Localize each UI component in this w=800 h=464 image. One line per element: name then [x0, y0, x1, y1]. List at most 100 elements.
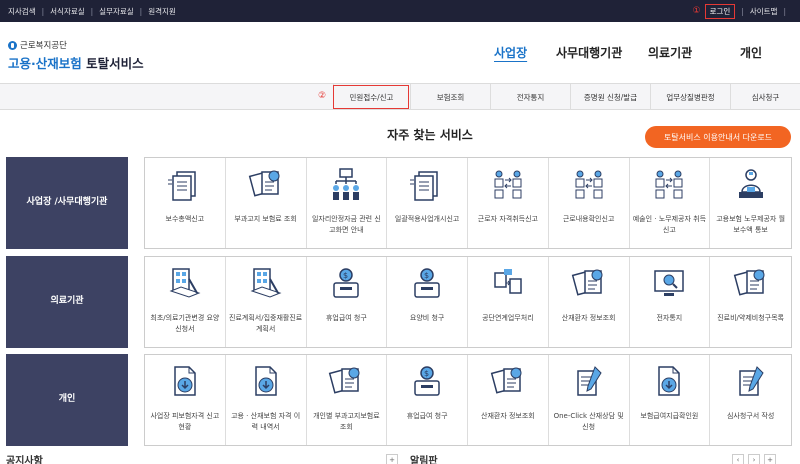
service-label: 일괄적용사업개시신고: [394, 215, 460, 223]
divider: |: [783, 6, 786, 16]
service-row-medical: 의료기관 최초/의료기관변경 요양신청서 진료계획서/집중재활진료계획서 $ 휴업급여…: [6, 256, 792, 348]
subnav-occupational-disease[interactable]: 업무상질병판정: [650, 84, 730, 110]
people-exchange-icon: [651, 166, 687, 206]
service-card[interactable]: 산재환자 정보조회: [468, 355, 549, 445]
main-nav: 사업장 사무대행기관 의료기관 개인: [0, 44, 800, 64]
service-card[interactable]: $ 휴업급여 청구: [387, 355, 468, 445]
subnav-certificate[interactable]: 증명원 신청/발급: [570, 84, 650, 110]
service-card[interactable]: 산재환자 정보조회: [549, 257, 630, 347]
file-download-icon: [167, 363, 203, 403]
service-card[interactable]: 예술인 · 노무제공자 취득신고: [630, 158, 711, 248]
service-label: 근로내용확인신고: [562, 215, 615, 223]
chevron-right-icon[interactable]: ›: [748, 454, 760, 464]
login-link[interactable]: 로그인: [704, 3, 736, 19]
subnav-insurance-lookup[interactable]: 보험조회: [410, 84, 490, 110]
subnav-review-request[interactable]: 심사청구: [730, 84, 800, 110]
monitor-search-icon: [651, 265, 687, 305]
service-card[interactable]: 심사청구서 작성: [710, 355, 791, 445]
service-label: 보수총액신고: [165, 215, 205, 223]
service-card[interactable]: 전자통지: [630, 257, 711, 347]
service-label: 고용보험 노무제공자 월보수액 통보: [716, 215, 786, 234]
plus-icon[interactable]: +: [764, 454, 776, 464]
people-exchange-icon: [490, 166, 526, 206]
service-grid: 보수총액신고 부과고지 보험료 조회 일자리안정자금 관련 신고화면 안내 일괄적용사…: [144, 157, 792, 249]
remote-support-link[interactable]: 원격지원: [148, 6, 176, 17]
nav-agency[interactable]: 사무대행기관: [556, 44, 622, 61]
subnav-e-notice[interactable]: 전자통지: [490, 84, 570, 110]
service-card[interactable]: 보험급여지급확인원: [630, 355, 711, 445]
service-label: 요양비 청구: [409, 314, 445, 322]
service-card[interactable]: 보수총액신고: [145, 158, 226, 248]
service-label: One-Click 산재상담 및 신청: [553, 412, 624, 431]
account-links: ① 로그인 | 사이트맵 |: [693, 0, 792, 22]
service-card[interactable]: 고용 · 산재보험 자격 이력 내역서: [226, 355, 307, 445]
people-exchange-icon: [571, 166, 607, 206]
service-card[interactable]: 부과고지 보험료 조회: [226, 158, 307, 248]
service-label: 최초/의료기관변경 요양신청서: [150, 314, 220, 333]
service-card[interactable]: 개인별 부과고지보험료 조회: [307, 355, 388, 445]
sitemap-link[interactable]: 사이트맵: [750, 6, 778, 17]
service-label: 공단연계업무처리: [482, 314, 534, 322]
file-download-icon: [248, 363, 284, 403]
org-chart-icon: [328, 166, 364, 206]
subnav-label: 전자통지: [516, 92, 545, 102]
document-search-icon: [490, 363, 526, 403]
service-label: 진료계획서/집중재활진료계획서: [229, 314, 303, 333]
service-card[interactable]: 일괄적용사업개시신고: [387, 158, 468, 248]
building-pen-icon: [248, 265, 284, 305]
service-card[interactable]: 공단연계업무처리: [468, 257, 549, 347]
document-pen-icon: [733, 363, 769, 403]
chevron-left-icon[interactable]: ‹: [732, 454, 744, 464]
service-label: 휴업급여 청구: [406, 412, 448, 420]
service-card[interactable]: 최초/의료기관변경 요양신청서: [145, 257, 226, 347]
service-card[interactable]: 진료비/약제비청구목록: [710, 257, 791, 347]
money-box-icon: $: [409, 265, 445, 305]
step-marker-2: ②: [318, 91, 327, 101]
divider: |: [741, 6, 744, 16]
service-label: 심사청구서 작성: [726, 412, 775, 420]
service-label: 진료비/약제비청구목록: [717, 314, 784, 322]
svg-text:$: $: [343, 271, 348, 280]
service-label: 전자통지: [656, 314, 683, 322]
plus-icon[interactable]: +: [386, 454, 398, 464]
service-row-individual: 개인 사업장 피보험자격 신고현황 고용 · 산재보험 자격 이력 내역서 개인별 …: [6, 354, 792, 446]
divider: |: [90, 6, 94, 16]
service-label: 개인별 부과고지보험료 조회: [313, 412, 380, 431]
branch-search-link[interactable]: 지사검색: [8, 6, 36, 17]
forms-library-link[interactable]: 서식자료실: [50, 6, 85, 17]
nav-medical[interactable]: 의료기관: [648, 44, 692, 61]
practical-library-link[interactable]: 실무자료실: [99, 6, 134, 17]
service-label: 고용 · 산재보험 자격 이력 내역서: [231, 412, 301, 431]
service-label: 부과고지 보험료 조회: [234, 215, 297, 223]
building-pen-icon: [167, 265, 203, 305]
service-label: 근로자 자격취득신고: [477, 215, 538, 223]
category-label: 의료기관: [6, 256, 128, 348]
document-list-icon: [167, 166, 203, 206]
service-grid: 사업장 피보험자격 신고현황 고용 · 산재보험 자격 이력 내역서 개인별 부과고…: [144, 354, 792, 446]
service-card[interactable]: 고용보험 노무제공자 월보수액 통보: [710, 158, 791, 248]
service-label: 예술인 · 노무제공자 취득신고: [632, 215, 707, 234]
service-card[interactable]: $ 요양비 청구: [387, 257, 468, 347]
utility-links: 지사검색 | 서식자료실 | 실무자료실 | 원격지원: [8, 0, 176, 22]
category-label: 사업장 / 사무대행기관: [6, 157, 128, 249]
service-label: 보험급여지급확인원: [640, 412, 699, 420]
worker-laptop-icon: [733, 166, 769, 206]
service-card[interactable]: 일자리안정자금 관련 신고화면 안내: [307, 158, 388, 248]
service-card[interactable]: $ 휴업급여 청구: [307, 257, 388, 347]
guide-download-button[interactable]: 토탈서비스 이용안내서 다운로드: [645, 126, 791, 148]
service-card[interactable]: One-Click 산재상담 및 신청: [549, 355, 630, 445]
service-card[interactable]: 근로자 자격취득신고: [468, 158, 549, 248]
money-box-icon: $: [328, 265, 364, 305]
nav-individual[interactable]: 개인: [740, 44, 762, 61]
svg-text:$: $: [424, 369, 429, 378]
board-title: 알림판: [410, 456, 438, 464]
subnav-label: 보험조회: [436, 92, 465, 102]
service-card[interactable]: 진료계획서/집중재활진료계획서: [226, 257, 307, 347]
file-download-icon: [651, 363, 687, 403]
service-card[interactable]: 사업장 피보험자격 신고현황: [145, 355, 226, 445]
notice-title: 공지사항: [6, 456, 43, 464]
nav-workplace[interactable]: 사업장: [494, 44, 527, 61]
service-card[interactable]: 근로내용확인신고: [549, 158, 630, 248]
site-header: 근로복지공단 고용·산재보험 토탈서비스 사업장 사무대행기관 의료기관 개인: [0, 22, 800, 84]
category-label: 개인: [6, 354, 128, 446]
